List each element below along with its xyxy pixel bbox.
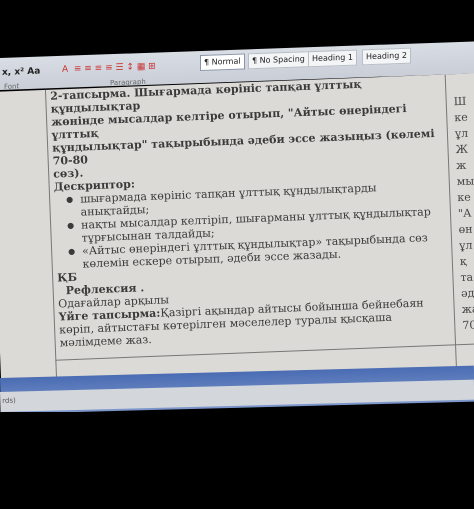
document-page[interactable]: 2-тапсырма. Шығармада көрініс тапқан ұлт… — [0, 72, 474, 392]
text-color-icons[interactable]: A ≡ ≡ ≡ ≡ ☰ ↕ ▦ ⊞ — [62, 62, 156, 75]
lesson-plan-cell: 2-тапсырма. Шығармада көрініс тапқан ұлт… — [50, 75, 450, 350]
font-group-label: Font — [4, 82, 20, 91]
bottom-black-border — [0, 412, 474, 509]
right-column-text: Ш ке ұл Ж ж мы ке "А өн ұл қ та әд жа 70 — [453, 94, 474, 333]
format-buttons[interactable]: x, x² Aa — [2, 67, 40, 78]
style-heading-2[interactable]: Heading 2 — [362, 47, 411, 66]
style-normal[interactable]: ¶ Normal — [200, 53, 245, 72]
descriptor-list: шығармада көрініс тапқан ұлттық құндылық… — [54, 179, 447, 272]
status-text: rds) — [2, 396, 16, 405]
style-no-spacing[interactable]: ¶ No Spacing — [248, 51, 309, 70]
style-heading-1[interactable]: Heading 1 — [308, 49, 357, 68]
